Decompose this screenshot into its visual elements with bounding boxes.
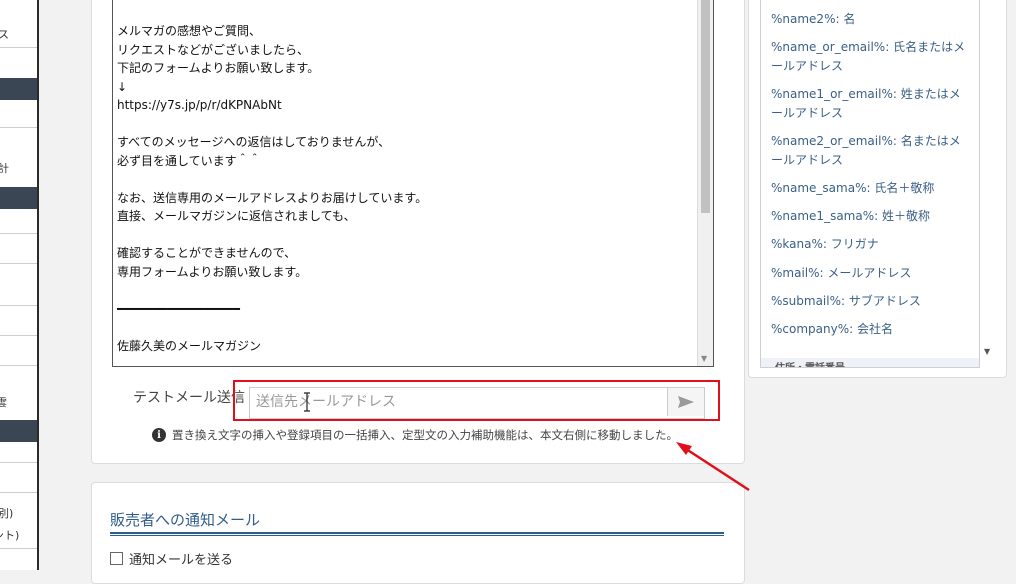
info-note: i 置き換え文字の挿入や登録項目の一括挿入、定型文の入力補助機能は、本文右側に移… — [152, 427, 678, 443]
placeholder-list[interactable]: %name2%: 名 %name_or_email%: 氏名またはメ ールアドレ… — [760, 0, 980, 368]
sidebar-divider — [0, 492, 37, 493]
send-arrow-icon — [678, 396, 694, 408]
section-title-rule — [110, 532, 724, 536]
info-icon: i — [152, 428, 166, 442]
placeholder-item[interactable]: %name1_or_email%: 姓またはメ ールアドレス — [771, 85, 971, 123]
sidebar-divider — [0, 47, 37, 48]
sidebar-divider — [0, 305, 37, 306]
sidebar-section-header — [0, 78, 37, 100]
sidebar-section-header — [0, 420, 37, 442]
sidebar-divider — [0, 335, 37, 336]
info-note-text: 置き換え文字の挿入や登録項目の一括挿入、定型文の入力補助機能は、本文右側に移動し… — [172, 428, 678, 442]
sidebar-divider — [0, 127, 37, 128]
placeholder-item[interactable]: %kana%: フリガナ — [771, 235, 971, 254]
placeholder-item[interactable]: %name_or_email%: 氏名またはメ ールアドレス — [771, 38, 971, 76]
sidebar-divider — [0, 462, 37, 463]
sidebar-section-header — [0, 187, 37, 209]
editor-scrollbar[interactable]: ▼ — [697, 0, 713, 366]
scroll-down-icon[interactable]: ▼ — [984, 347, 990, 356]
sidebar-item-fragment[interactable]: 別) — [0, 505, 35, 521]
sidebar-divider — [0, 263, 37, 264]
notify-checkbox-label[interactable]: 通知メールを送る — [129, 549, 233, 568]
email-body-textarea[interactable]: メルマガの感想やご質問、 リクエストなどがございましたら、 下記のフォームよりお… — [112, 0, 714, 367]
email-body-text[interactable]: メルマガの感想やご質問、 リクエストなどがございましたら、 下記のフォームよりお… — [117, 22, 427, 355]
test-mail-label: テストメール送信 — [133, 390, 245, 406]
email-body-card: メルマガの感想やご質問、 リクエストなどがございましたら、 下記のフォームよりお… — [91, 0, 745, 464]
seller-notification-card: 販売者への通知メール 通知メールを送る — [91, 482, 745, 584]
sidebar-divider — [0, 365, 37, 366]
sidebar-divider — [0, 233, 37, 234]
sidebar-item-fragment[interactable]: 計 — [0, 160, 35, 176]
placeholder-item[interactable]: %company%: 会社名 — [771, 320, 971, 339]
test-mail-field — [249, 387, 705, 419]
scroll-down-icon[interactable]: ▼ — [701, 355, 707, 363]
sidebar-divider — [0, 548, 37, 549]
placeholder-item[interactable]: %name2%: 名 — [771, 10, 971, 29]
text-cursor-icon — [304, 392, 310, 412]
placeholder-group-label: 住所・電話番号 — [775, 359, 845, 367]
placeholder-item[interactable]: %name_sama%: 氏名＋敬称 — [771, 179, 971, 198]
placeholder-scrollbar[interactable]: ▼ — [981, 0, 996, 367]
sidebar-item-fragment[interactable]: 雲 — [0, 394, 33, 410]
placeholder-item[interactable]: %name2_or_email%: 名またはメ ールアドレス — [771, 132, 971, 170]
test-mail-address-input[interactable] — [250, 388, 668, 416]
notify-checkbox-row[interactable]: 通知メールを送る — [110, 549, 233, 568]
editor-scroll-thumb[interactable] — [701, 0, 710, 213]
placeholder-item[interactable]: %submail%: サブアドレス — [771, 292, 971, 311]
placeholder-panel: %name2%: 名 %name_or_email%: 氏名またはメ ールアドレ… — [748, 0, 1007, 378]
placeholder-item[interactable]: %name1_sama%: 姓＋敬称 — [771, 207, 971, 226]
sidebar-item-fragment[interactable]: ント) — [0, 527, 30, 543]
section-title: 販売者への通知メール — [110, 511, 261, 529]
placeholder-group-header[interactable]: 住所・電話番号 — [761, 358, 979, 367]
sidebar-item-fragment[interactable]: ス — [0, 26, 35, 42]
sidebar: ス 計 雲 別) ント) — [0, 0, 39, 570]
placeholder-item[interactable]: %mail%: メールアドレス — [771, 264, 971, 283]
send-test-mail-button[interactable] — [667, 388, 704, 416]
notify-checkbox[interactable] — [110, 552, 123, 565]
